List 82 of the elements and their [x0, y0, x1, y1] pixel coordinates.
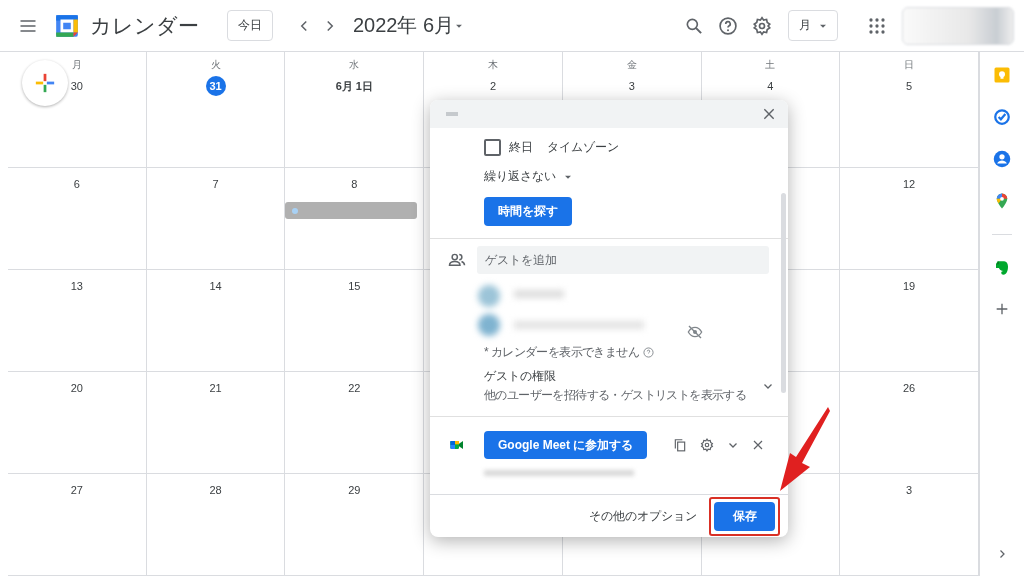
today-button[interactable]: 今日 [227, 10, 273, 41]
settings-icon[interactable] [700, 438, 714, 452]
add-guest-field[interactable]: ゲストを追加 [477, 246, 769, 274]
day-cell[interactable]: 21 [146, 372, 286, 474]
all-day-label: 終日 [509, 139, 533, 156]
scrollbar-thumb[interactable] [781, 193, 786, 393]
day-cell[interactable]: 火 31 [146, 52, 286, 168]
day-number[interactable]: 28 [205, 480, 226, 500]
day-number[interactable]: 2 [483, 76, 503, 96]
calendar-logo-icon [54, 12, 80, 39]
day-number[interactable]: 6 [66, 174, 87, 194]
apps-grid-icon[interactable] [868, 16, 886, 35]
day-number[interactable]: 19 [899, 276, 920, 296]
day-cell[interactable]: 7 [146, 168, 286, 270]
day-cell[interactable]: 22 [285, 372, 425, 474]
day-number[interactable]: 26 [899, 378, 920, 398]
people-icon [448, 251, 466, 269]
weekday-label: 月 [71, 58, 82, 72]
day-cell[interactable]: 14 [146, 270, 286, 372]
tasks-icon[interactable] [993, 108, 1011, 126]
day-cell[interactable]: 28 [146, 474, 286, 576]
view-dropdown[interactable]: 月 [788, 10, 838, 41]
day-number[interactable]: 4 [760, 76, 781, 96]
day-cell[interactable]: 水 6月 1日 [285, 52, 425, 168]
day-cell[interactable]: 26 [840, 372, 979, 474]
close-icon[interactable] [762, 107, 776, 121]
weekday-label: 木 [488, 58, 498, 72]
day-number[interactable]: 8 [344, 174, 365, 194]
day-cell[interactable]: 12 [840, 168, 979, 270]
help-icon[interactable] [718, 15, 738, 36]
day-number[interactable]: 22 [344, 378, 365, 398]
elephant-icon[interactable] [993, 259, 1011, 277]
day-number[interactable]: 29 [344, 480, 365, 500]
weekday-label: 火 [210, 58, 221, 72]
day-number[interactable]: 6月 1日 [335, 76, 373, 96]
contacts-icon[interactable] [993, 150, 1011, 168]
day-number[interactable]: 27 [66, 480, 87, 500]
day-cell[interactable]: 13 [8, 270, 147, 372]
drag-handle-icon[interactable] [446, 110, 458, 118]
save-button[interactable]: 保存 [714, 501, 775, 531]
day-number[interactable]: 5 [899, 76, 920, 96]
day-cell[interactable]: 29 [285, 474, 425, 576]
visibility-off-icon[interactable] [687, 324, 703, 340]
weekday-label: 金 [626, 58, 637, 72]
day-cell[interactable]: 20 [8, 372, 147, 474]
month-label: 2022年 6月 [353, 13, 455, 38]
app-title: カレンダー [90, 12, 199, 39]
day-number[interactable]: 13 [66, 276, 87, 296]
more-options-link[interactable]: その他のオプション [589, 507, 697, 525]
plus-icon [34, 72, 56, 94]
day-number[interactable]: 3 [621, 76, 642, 96]
day-number[interactable]: 12 [899, 174, 920, 194]
weekday-label: 日 [904, 58, 915, 72]
weekday-label: 水 [349, 58, 360, 72]
day-number[interactable]: 15 [344, 276, 365, 296]
day-cell[interactable]: 6 [8, 168, 147, 270]
day-number[interactable]: 20 [66, 378, 87, 398]
calendar-note: * カレンダーを表示できません [484, 344, 639, 361]
day-number[interactable]: 30 [66, 76, 87, 96]
settings-icon[interactable] [752, 15, 772, 36]
day-number[interactable]: 21 [205, 378, 226, 398]
guest-permissions-subtitle: 他のユーザーを招待する・ゲストリストを表示する [484, 387, 747, 404]
day-number[interactable]: 3 [899, 480, 920, 500]
google-meet-button[interactable]: Google Meet に参加する [484, 431, 648, 459]
close-icon[interactable] [752, 439, 764, 451]
day-cell[interactable]: 日 5 [840, 52, 979, 168]
all-day-checkbox[interactable] [484, 139, 501, 156]
weekday-label: 土 [765, 58, 776, 72]
day-number[interactable]: 31 [205, 76, 226, 96]
day-number[interactable]: 14 [205, 276, 226, 296]
copy-icon[interactable] [673, 438, 687, 452]
day-number[interactable]: 7 [205, 174, 226, 194]
day-cell[interactable]: 8 [285, 168, 425, 270]
day-cell[interactable]: 15 [285, 270, 425, 372]
add-icon[interactable] [994, 301, 1010, 317]
guest-permissions-title: ゲストの権限 [484, 368, 557, 385]
day-cell[interactable]: 27 [8, 474, 147, 576]
day-cell[interactable]: 19 [840, 270, 979, 372]
find-time-button[interactable]: 時間を探す [484, 197, 572, 226]
timezone-link[interactable]: タイムゾーン [547, 139, 619, 156]
day-cell[interactable]: 3 [840, 474, 979, 576]
repeat-dropdown[interactable]: 繰り返さない [484, 168, 572, 185]
